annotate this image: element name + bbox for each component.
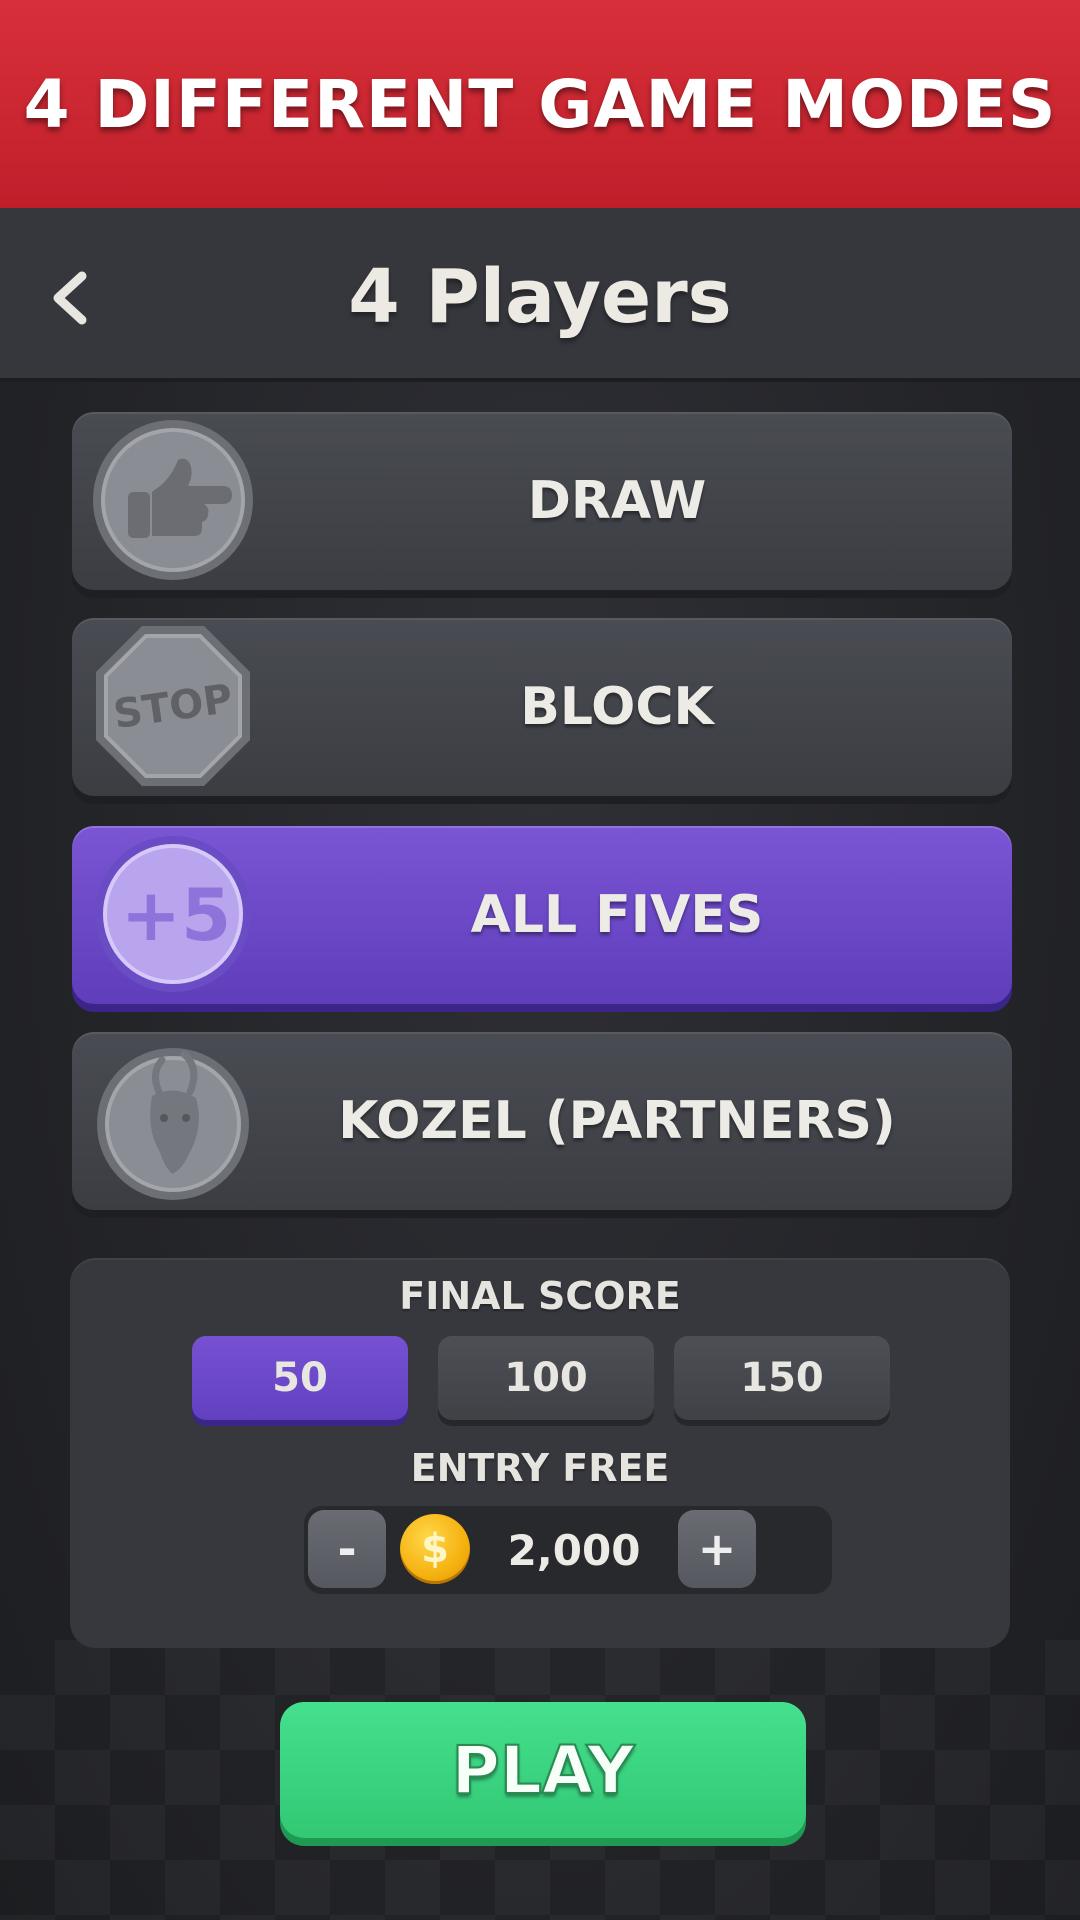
score-option-100[interactable]: 100 <box>438 1336 654 1420</box>
promo-banner: 4 DIFFERENT GAME MODES <box>0 0 1080 208</box>
page-title: 4 Players <box>348 254 732 340</box>
svg-text:+5: +5 <box>121 873 231 957</box>
play-button[interactable]: PLAY <box>280 1702 806 1838</box>
coin-icon: $ <box>400 1514 470 1584</box>
mode-all-fives-label: ALL FIVES <box>470 885 764 945</box>
decrease-fee-button[interactable]: - <box>308 1510 386 1588</box>
banner-text: 4 DIFFERENT GAME MODES <box>23 65 1057 143</box>
mode-kozel-button[interactable]: KOZEL (PARTNERS) <box>72 1032 1012 1210</box>
entry-fee-stepper: - $ 2,000 + <box>304 1506 832 1594</box>
header-bar: 4 Players <box>0 208 1080 382</box>
mode-block-label: BLOCK <box>520 677 714 737</box>
mode-draw-label: DRAW <box>527 471 707 531</box>
mode-block-button[interactable]: STOP BLOCK <box>72 618 1012 796</box>
score-option-150[interactable]: 150 <box>674 1336 890 1420</box>
score-option-50[interactable]: 50 <box>192 1336 408 1420</box>
mode-draw-button[interactable]: DRAW <box>72 412 1012 590</box>
settings-panel: FINAL SCORE 50 100 150 ENTRY FREE - $ 2,… <box>70 1258 1010 1648</box>
increase-fee-button[interactable]: + <box>678 1510 756 1588</box>
entry-fee-heading: ENTRY FREE <box>410 1446 670 1490</box>
mode-kozel-label: KOZEL (PARTNERS) <box>338 1091 896 1151</box>
mode-all-fives-button[interactable]: +5 ALL FIVES <box>72 826 1012 1004</box>
entry-fee-value: 2,000 <box>507 1525 641 1575</box>
final-score-heading: FINAL SCORE <box>399 1274 681 1318</box>
